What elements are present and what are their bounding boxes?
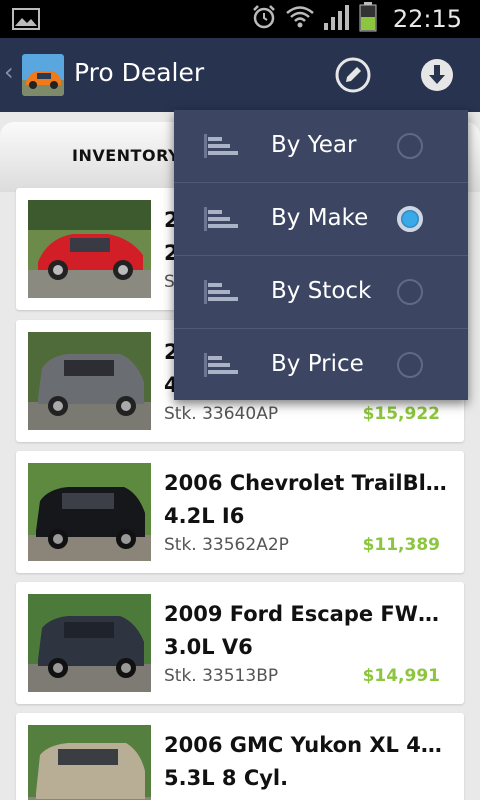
status-bar: 22:15 (0, 0, 480, 38)
sort-by-year[interactable]: By Year (174, 110, 468, 183)
car-app-icon[interactable] (22, 54, 64, 96)
radio-button[interactable] (397, 133, 423, 159)
car-photo (28, 594, 151, 692)
listing-title: 2006 Chevrolet TrailBla… 4.2L I6 (164, 471, 454, 528)
listing-title: 2009 Ford Escape FWD… 3.0L V6 (164, 602, 454, 659)
radio-button-selected[interactable] (397, 206, 423, 232)
sort-label: By Stock (271, 278, 372, 304)
image-icon (12, 8, 40, 34)
stock-number: Stk. 33640AP (164, 404, 279, 424)
car-photo (28, 725, 151, 800)
sort-by-price[interactable]: By Price (174, 329, 468, 402)
car-photo (28, 200, 151, 298)
car-photo (28, 463, 151, 561)
tab-inventory[interactable]: INVENTORY (72, 146, 180, 165)
clock: 22:15 (392, 5, 462, 33)
battery-icon (359, 2, 377, 36)
wifi-icon (285, 4, 315, 34)
price: $11,389 (362, 535, 440, 555)
download-icon[interactable] (418, 56, 456, 94)
price: $15,922 (362, 404, 440, 424)
sort-by-stock[interactable]: By Stock (174, 256, 468, 329)
sort-bars-icon (204, 353, 240, 377)
sort-menu: By Year By Make By Stock By Price (174, 110, 468, 400)
sort-bars-icon (204, 134, 240, 158)
sort-label: By Make (271, 205, 369, 231)
sort-bars-icon (204, 207, 240, 231)
signal-icon (323, 3, 351, 35)
sort-label: By Price (271, 351, 364, 377)
sort-bars-icon (204, 280, 240, 304)
listing-card[interactable]: 2006 GMC Yukon XL 4d… 5.3L 8 Cyl. (16, 713, 464, 800)
listing-card[interactable]: 2006 Chevrolet TrailBla… 4.2L I6 Stk. 33… (16, 451, 464, 573)
radio-button[interactable] (397, 352, 423, 378)
action-bar: ‹ Pro Dealer (0, 38, 480, 112)
sort-label: By Year (271, 132, 357, 158)
edit-icon[interactable] (334, 56, 372, 94)
chevron-left-icon[interactable]: ‹ (4, 58, 14, 86)
alarm-icon (251, 4, 277, 34)
car-photo (28, 332, 151, 430)
sort-by-make[interactable]: By Make (174, 183, 468, 256)
listing-title: 2006 GMC Yukon XL 4d… 5.3L 8 Cyl. (164, 733, 454, 790)
stock-number: Stk. 33562A2P (164, 535, 289, 555)
app-title: Pro Dealer (74, 58, 205, 87)
price: $14,991 (362, 666, 440, 686)
listing-card[interactable]: 2009 Ford Escape FWD… 3.0L V6 Stk. 33513… (16, 582, 464, 704)
stock-number: Stk. 33513BP (164, 666, 279, 686)
radio-button[interactable] (397, 279, 423, 305)
